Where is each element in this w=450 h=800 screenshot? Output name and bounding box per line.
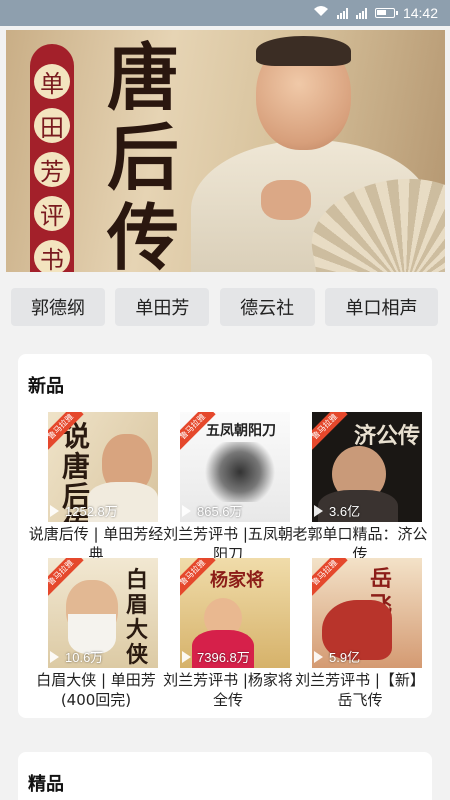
tag-shantianfang[interactable]: 单田芳 xyxy=(115,288,210,326)
play-count: 1252.8万 xyxy=(50,501,118,520)
album-cover[interactable]: 五凤朝阳刀 鲁马拉雅 865.6万 xyxy=(180,412,290,522)
status-bar: 14:42 xyxy=(0,0,450,26)
play-icon xyxy=(314,650,323,663)
badge: 鲁马拉雅 xyxy=(312,558,348,596)
signal-icon-2 xyxy=(355,7,367,19)
play-count: 3.6亿 xyxy=(314,501,360,520)
section-title: 新品 xyxy=(28,376,64,397)
album-cover[interactable]: 济公传 鲁马拉雅 3.6亿 xyxy=(312,412,422,522)
play-icon xyxy=(182,650,191,663)
banner-vertical-label: 单 田 芳 评 书 xyxy=(30,44,74,272)
badge: 鲁马拉雅 xyxy=(312,412,348,450)
banner-title: 唐 后 传 xyxy=(106,35,179,273)
album-cover[interactable]: 杨家将 鲁马拉雅 7396.8万 xyxy=(180,558,290,668)
album-cover[interactable]: 岳飞传 鲁马拉雅 5.9亿 xyxy=(312,558,422,668)
section-new: 新品 说唐后传 鲁马拉雅 1252.8万 说唐后传 | 单田芳经典 五凤朝阳刀 … xyxy=(18,354,432,718)
banner-carousel[interactable]: 单 田 芳 评 书 唐 后 传 xyxy=(6,30,445,272)
tag-dankouxiangsheng[interactable]: 单口相声 xyxy=(324,288,438,326)
play-count: 7396.8万 xyxy=(182,647,250,666)
play-count: 5.9亿 xyxy=(314,647,360,666)
play-icon xyxy=(50,504,59,517)
tag-row: 郭德纲 单田芳 德云社 单口相声 xyxy=(0,288,450,326)
play-count: 865.6万 xyxy=(182,501,243,520)
banner-portrait xyxy=(191,30,445,272)
tag-deyunshe[interactable]: 德云社 xyxy=(219,288,315,326)
album-cover[interactable]: 白眉大侠 鲁马拉雅 10.6万 xyxy=(48,558,158,668)
wifi-icon xyxy=(313,5,329,21)
album-title: 白眉大侠 | 单田芳(400回完) xyxy=(36,671,156,709)
play-count: 10.6万 xyxy=(50,647,103,666)
section-title: 精品 xyxy=(28,774,64,795)
album-title: 刘兰芳评书 |杨家将全传 xyxy=(163,671,293,709)
tag-guodegang[interactable]: 郭德纲 xyxy=(11,288,105,326)
play-icon xyxy=(50,650,59,663)
battery-icon xyxy=(374,8,398,18)
album-title: 刘兰芳评书 |【新】岳飞传 xyxy=(295,671,425,709)
album-cover[interactable]: 说唐后传 鲁马拉雅 1252.8万 xyxy=(48,412,158,522)
status-time: 14:42 xyxy=(402,5,438,21)
play-icon xyxy=(314,504,323,517)
signal-icon xyxy=(336,7,348,19)
play-icon xyxy=(182,504,191,517)
section-fine: 精品 xyxy=(18,752,432,800)
